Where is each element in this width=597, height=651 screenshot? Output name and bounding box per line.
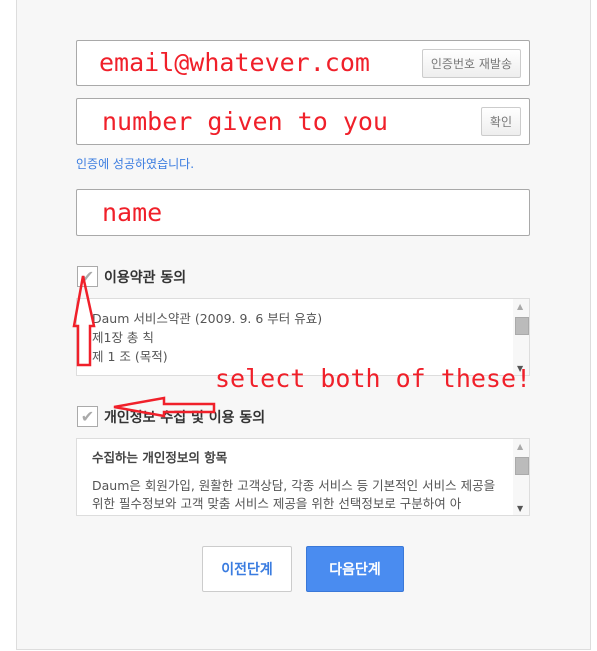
arrow-left-annotation — [113, 396, 216, 418]
arrow-up-annotation — [72, 275, 96, 367]
annotation-text: select both of these! — [215, 364, 532, 393]
annotation-arrows — [72, 275, 216, 418]
